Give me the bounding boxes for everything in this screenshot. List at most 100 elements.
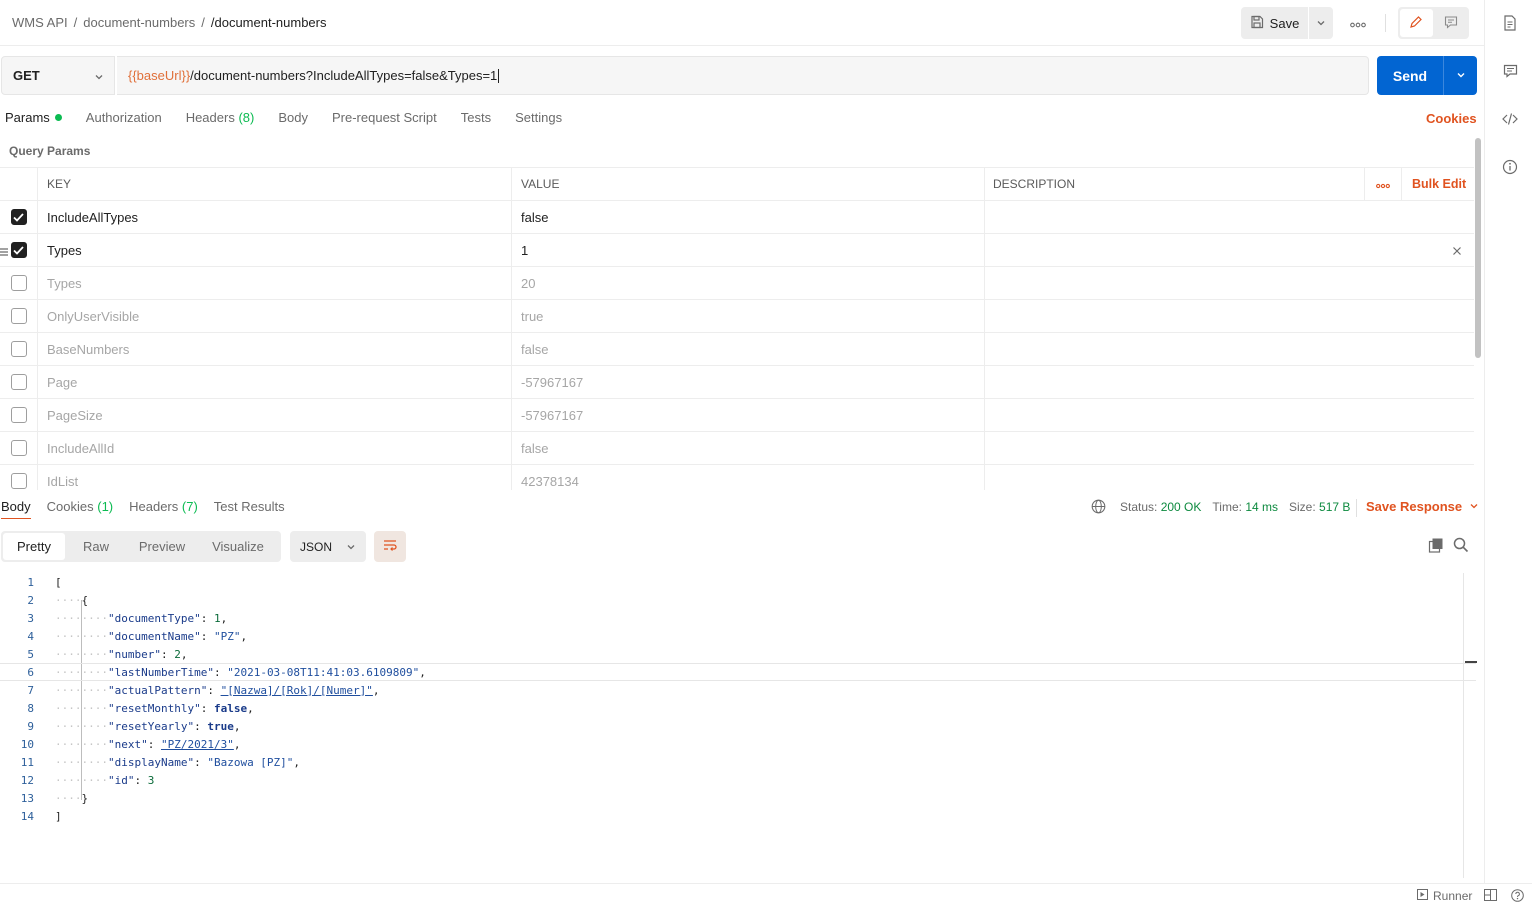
param-key[interactable]: Page (38, 366, 512, 398)
save-response-button[interactable]: Save Response (1366, 499, 1479, 514)
bulk-edit-button[interactable]: Bulk Edit (1412, 177, 1466, 191)
param-value[interactable]: 42378134 (512, 465, 985, 490)
comments-mode-button[interactable] (1435, 9, 1468, 37)
table-options-button[interactable] (1364, 168, 1402, 200)
param-description[interactable] (985, 432, 1474, 464)
delete-row-icon[interactable] (1452, 244, 1462, 259)
format-select[interactable]: JSON (290, 531, 366, 562)
tab-test-results[interactable]: Test Results (214, 499, 285, 521)
wrap-lines-button[interactable] (374, 531, 406, 562)
param-description[interactable] (985, 267, 1474, 299)
size-value[interactable]: 517 B (1319, 500, 1350, 514)
checkbox-unchecked[interactable] (10, 407, 27, 423)
response-body-code[interactable]: 1 [ 2 ····{ 3 ········"documentType": 1,… (0, 573, 1476, 878)
param-key[interactable]: PageSize (38, 399, 512, 431)
tab-headers[interactable]: Headers (8) (186, 110, 255, 132)
tab-params[interactable]: Params (5, 110, 62, 132)
request-tabs: Params Authorization Headers (8) Body Pr… (5, 110, 586, 132)
tab-response-cookies[interactable]: Cookies (1) (47, 499, 113, 521)
param-value[interactable]: false (512, 432, 985, 464)
param-key[interactable]: IncludeAllId (38, 432, 512, 464)
param-description[interactable] (985, 366, 1474, 398)
param-description[interactable] (985, 399, 1474, 431)
param-key[interactable]: IdList (38, 465, 512, 490)
checkbox-unchecked[interactable] (10, 440, 27, 456)
save-label: Save (1269, 15, 1300, 31)
comment-icon (1444, 15, 1458, 32)
view-visualize[interactable]: Visualize (197, 533, 279, 560)
param-value[interactable]: 20 (512, 267, 985, 299)
param-description[interactable] (985, 234, 1474, 266)
checkbox-unchecked[interactable] (10, 473, 27, 489)
check-cell (0, 333, 38, 365)
checkbox-unchecked[interactable] (10, 275, 27, 291)
tab-response-headers[interactable]: Headers (7) (129, 499, 198, 521)
more-actions-button[interactable] (1344, 10, 1372, 36)
save-button[interactable]: Save (1241, 7, 1308, 39)
param-key[interactable]: OnlyUserVisible (38, 300, 512, 332)
breadcrumb-collection[interactable]: WMS API (12, 15, 68, 30)
globe-icon[interactable] (1091, 499, 1106, 514)
param-description[interactable] (985, 300, 1474, 332)
documentation-icon[interactable] (1501, 14, 1519, 32)
checkbox-checked[interactable] (10, 242, 27, 258)
save-options-button[interactable] (1309, 7, 1333, 39)
tab-label: Headers (185, 110, 235, 125)
tab-authorization[interactable]: Authorization (86, 110, 162, 132)
param-value[interactable]: false (512, 201, 985, 233)
tab-settings[interactable]: Settings (515, 110, 562, 132)
code-scrollbar[interactable] (1463, 573, 1477, 878)
more-horizontal-icon (1350, 16, 1366, 31)
breadcrumb-separator: / (201, 15, 205, 30)
tab-prerequest-script[interactable]: Pre-request Script (332, 110, 437, 132)
params-scrollbar[interactable] (1475, 138, 1481, 358)
tab-body[interactable]: Body (278, 110, 308, 132)
breadcrumb-folder[interactable]: document-numbers (83, 15, 195, 30)
view-preview[interactable]: Preview (127, 533, 197, 560)
param-value[interactable]: -57967167 (512, 366, 985, 398)
method-label: GET (13, 68, 40, 83)
param-value[interactable]: 1 (512, 234, 985, 266)
status-value[interactable]: 200 OK (1161, 500, 1202, 514)
send-options-button[interactable] (1443, 56, 1477, 95)
tab-response-body[interactable]: Body (1, 499, 31, 521)
cursor-position-marker (1465, 661, 1477, 663)
checkbox-checked[interactable] (10, 209, 27, 225)
edit-mode-button[interactable] (1400, 9, 1433, 37)
param-description[interactable] (985, 333, 1474, 365)
two-pane-icon[interactable] (1484, 889, 1497, 904)
param-value[interactable]: false (512, 333, 985, 365)
view-raw[interactable]: Raw (65, 533, 127, 560)
search-icon[interactable] (1453, 537, 1469, 556)
code-line: 14 ] (0, 807, 1476, 825)
param-key[interactable]: Types (38, 234, 512, 266)
check-cell (0, 366, 38, 398)
next-number-link[interactable]: "PZ/2021/3" (161, 738, 234, 751)
comment-icon[interactable] (1501, 62, 1519, 80)
url-input[interactable]: {{baseUrl}}/document-numbers?IncludeAllT… (117, 56, 1369, 95)
send-button[interactable]: Send (1377, 56, 1443, 95)
copy-icon[interactable] (1428, 537, 1444, 556)
checkbox-unchecked[interactable] (10, 308, 27, 324)
code-icon[interactable] (1501, 110, 1519, 128)
cookies-link[interactable]: Cookies (1426, 111, 1477, 126)
method-select[interactable]: GET (1, 56, 115, 95)
response-tabs: Body Cookies (1) Headers (7) Test Result… (1, 499, 301, 521)
help-icon[interactable] (1511, 889, 1524, 905)
param-key[interactable]: Types (38, 267, 512, 299)
breadcrumb-request[interactable]: /document-numbers (211, 15, 327, 30)
param-description[interactable] (985, 465, 1474, 490)
checkbox-unchecked[interactable] (10, 341, 27, 357)
runner-button[interactable]: Runner (1417, 889, 1472, 903)
view-pretty[interactable]: Pretty (3, 533, 65, 560)
checkbox-unchecked[interactable] (10, 374, 27, 390)
param-value[interactable]: true (512, 300, 985, 332)
param-key[interactable]: BaseNumbers (38, 333, 512, 365)
pattern-link[interactable]: "[Nazwa]/[Rok]/[Numer]" (221, 684, 373, 697)
time-value[interactable]: 14 ms (1245, 500, 1278, 514)
tab-tests[interactable]: Tests (461, 110, 491, 132)
param-value[interactable]: -57967167 (512, 399, 985, 431)
param-description[interactable] (985, 201, 1474, 233)
info-icon[interactable] (1501, 158, 1519, 176)
param-key[interactable]: IncludeAllTypes (38, 201, 512, 233)
